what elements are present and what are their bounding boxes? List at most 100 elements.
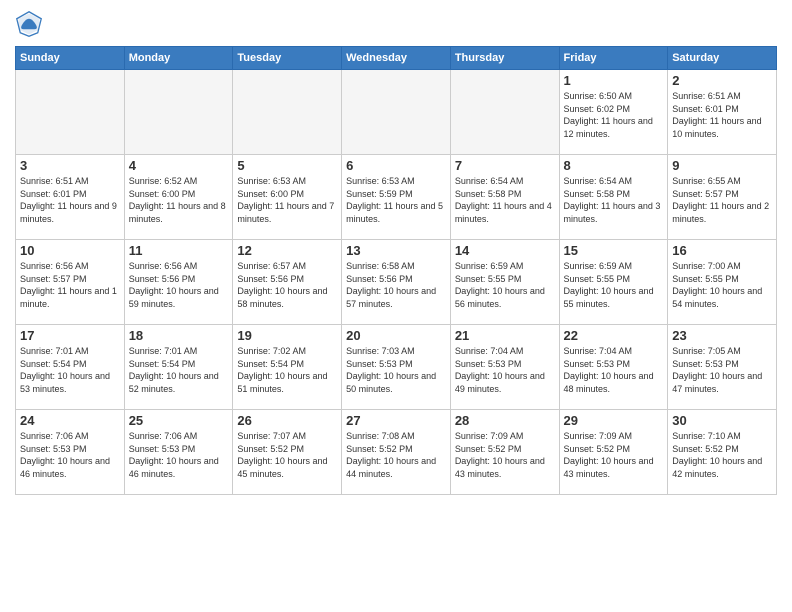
day-number: 26 bbox=[237, 413, 337, 428]
day-number: 6 bbox=[346, 158, 446, 173]
calendar-cell: 29 Sunrise: 7:09 AMSunset: 5:52 PMDaylig… bbox=[559, 410, 668, 495]
day-number: 30 bbox=[672, 413, 772, 428]
day-number: 16 bbox=[672, 243, 772, 258]
day-number: 17 bbox=[20, 328, 120, 343]
day-number: 25 bbox=[129, 413, 229, 428]
day-info: Sunrise: 6:57 AMSunset: 5:56 PMDaylight:… bbox=[237, 260, 337, 310]
day-info: Sunrise: 6:50 AMSunset: 6:02 PMDaylight:… bbox=[564, 90, 664, 140]
header-area bbox=[15, 10, 777, 38]
calendar-cell: 27 Sunrise: 7:08 AMSunset: 5:52 PMDaylig… bbox=[342, 410, 451, 495]
day-info: Sunrise: 6:55 AMSunset: 5:57 PMDaylight:… bbox=[672, 175, 772, 225]
week-row-0: 1 Sunrise: 6:50 AMSunset: 6:02 PMDayligh… bbox=[16, 70, 777, 155]
calendar-cell: 18 Sunrise: 7:01 AMSunset: 5:54 PMDaylig… bbox=[124, 325, 233, 410]
day-number: 21 bbox=[455, 328, 555, 343]
day-info: Sunrise: 6:52 AMSunset: 6:00 PMDaylight:… bbox=[129, 175, 229, 225]
day-number: 1 bbox=[564, 73, 664, 88]
week-row-1: 3 Sunrise: 6:51 AMSunset: 6:01 PMDayligh… bbox=[16, 155, 777, 240]
calendar-cell: 4 Sunrise: 6:52 AMSunset: 6:00 PMDayligh… bbox=[124, 155, 233, 240]
calendar-cell: 25 Sunrise: 7:06 AMSunset: 5:53 PMDaylig… bbox=[124, 410, 233, 495]
day-info: Sunrise: 6:51 AMSunset: 6:01 PMDaylight:… bbox=[672, 90, 772, 140]
day-info: Sunrise: 6:59 AMSunset: 5:55 PMDaylight:… bbox=[564, 260, 664, 310]
calendar-cell bbox=[233, 70, 342, 155]
calendar-cell bbox=[124, 70, 233, 155]
calendar-cell: 26 Sunrise: 7:07 AMSunset: 5:52 PMDaylig… bbox=[233, 410, 342, 495]
day-info: Sunrise: 7:02 AMSunset: 5:54 PMDaylight:… bbox=[237, 345, 337, 395]
day-number: 9 bbox=[672, 158, 772, 173]
day-number: 4 bbox=[129, 158, 229, 173]
day-number: 28 bbox=[455, 413, 555, 428]
calendar-cell: 24 Sunrise: 7:06 AMSunset: 5:53 PMDaylig… bbox=[16, 410, 125, 495]
day-number: 18 bbox=[129, 328, 229, 343]
calendar-cell: 7 Sunrise: 6:54 AMSunset: 5:58 PMDayligh… bbox=[450, 155, 559, 240]
day-info: Sunrise: 7:01 AMSunset: 5:54 PMDaylight:… bbox=[129, 345, 229, 395]
weekday-header-row: SundayMondayTuesdayWednesdayThursdayFrid… bbox=[16, 47, 777, 70]
calendar-cell bbox=[450, 70, 559, 155]
day-number: 19 bbox=[237, 328, 337, 343]
calendar-cell: 28 Sunrise: 7:09 AMSunset: 5:52 PMDaylig… bbox=[450, 410, 559, 495]
weekday-header-tuesday: Tuesday bbox=[233, 47, 342, 70]
weekday-header-wednesday: Wednesday bbox=[342, 47, 451, 70]
day-info: Sunrise: 6:56 AMSunset: 5:57 PMDaylight:… bbox=[20, 260, 120, 310]
calendar-cell: 17 Sunrise: 7:01 AMSunset: 5:54 PMDaylig… bbox=[16, 325, 125, 410]
calendar-cell: 14 Sunrise: 6:59 AMSunset: 5:55 PMDaylig… bbox=[450, 240, 559, 325]
day-number: 8 bbox=[564, 158, 664, 173]
day-number: 20 bbox=[346, 328, 446, 343]
calendar-cell: 16 Sunrise: 7:00 AMSunset: 5:55 PMDaylig… bbox=[668, 240, 777, 325]
day-info: Sunrise: 7:04 AMSunset: 5:53 PMDaylight:… bbox=[564, 345, 664, 395]
calendar-cell: 2 Sunrise: 6:51 AMSunset: 6:01 PMDayligh… bbox=[668, 70, 777, 155]
calendar-cell: 8 Sunrise: 6:54 AMSunset: 5:58 PMDayligh… bbox=[559, 155, 668, 240]
day-number: 23 bbox=[672, 328, 772, 343]
day-info: Sunrise: 7:01 AMSunset: 5:54 PMDaylight:… bbox=[20, 345, 120, 395]
calendar-cell: 15 Sunrise: 6:59 AMSunset: 5:55 PMDaylig… bbox=[559, 240, 668, 325]
calendar-cell: 6 Sunrise: 6:53 AMSunset: 5:59 PMDayligh… bbox=[342, 155, 451, 240]
calendar-cell: 9 Sunrise: 6:55 AMSunset: 5:57 PMDayligh… bbox=[668, 155, 777, 240]
weekday-header-monday: Monday bbox=[124, 47, 233, 70]
day-number: 7 bbox=[455, 158, 555, 173]
weekday-header-sunday: Sunday bbox=[16, 47, 125, 70]
day-info: Sunrise: 7:09 AMSunset: 5:52 PMDaylight:… bbox=[455, 430, 555, 480]
day-number: 14 bbox=[455, 243, 555, 258]
logo-icon bbox=[15, 10, 43, 38]
day-info: Sunrise: 6:53 AMSunset: 5:59 PMDaylight:… bbox=[346, 175, 446, 225]
main-container: SundayMondayTuesdayWednesdayThursdayFrid… bbox=[0, 0, 792, 505]
day-number: 22 bbox=[564, 328, 664, 343]
calendar-cell: 30 Sunrise: 7:10 AMSunset: 5:52 PMDaylig… bbox=[668, 410, 777, 495]
day-info: Sunrise: 7:06 AMSunset: 5:53 PMDaylight:… bbox=[129, 430, 229, 480]
day-info: Sunrise: 6:54 AMSunset: 5:58 PMDaylight:… bbox=[564, 175, 664, 225]
day-info: Sunrise: 6:53 AMSunset: 6:00 PMDaylight:… bbox=[237, 175, 337, 225]
day-info: Sunrise: 7:09 AMSunset: 5:52 PMDaylight:… bbox=[564, 430, 664, 480]
day-number: 24 bbox=[20, 413, 120, 428]
calendar-cell: 3 Sunrise: 6:51 AMSunset: 6:01 PMDayligh… bbox=[16, 155, 125, 240]
calendar-cell: 23 Sunrise: 7:05 AMSunset: 5:53 PMDaylig… bbox=[668, 325, 777, 410]
day-info: Sunrise: 7:00 AMSunset: 5:55 PMDaylight:… bbox=[672, 260, 772, 310]
calendar-cell bbox=[16, 70, 125, 155]
day-info: Sunrise: 7:04 AMSunset: 5:53 PMDaylight:… bbox=[455, 345, 555, 395]
day-info: Sunrise: 6:51 AMSunset: 6:01 PMDaylight:… bbox=[20, 175, 120, 225]
calendar-cell: 1 Sunrise: 6:50 AMSunset: 6:02 PMDayligh… bbox=[559, 70, 668, 155]
day-number: 11 bbox=[129, 243, 229, 258]
day-number: 15 bbox=[564, 243, 664, 258]
calendar-cell: 13 Sunrise: 6:58 AMSunset: 5:56 PMDaylig… bbox=[342, 240, 451, 325]
day-number: 12 bbox=[237, 243, 337, 258]
day-info: Sunrise: 7:07 AMSunset: 5:52 PMDaylight:… bbox=[237, 430, 337, 480]
day-number: 29 bbox=[564, 413, 664, 428]
calendar-cell: 11 Sunrise: 6:56 AMSunset: 5:56 PMDaylig… bbox=[124, 240, 233, 325]
week-row-3: 17 Sunrise: 7:01 AMSunset: 5:54 PMDaylig… bbox=[16, 325, 777, 410]
day-info: Sunrise: 7:06 AMSunset: 5:53 PMDaylight:… bbox=[20, 430, 120, 480]
day-info: Sunrise: 6:59 AMSunset: 5:55 PMDaylight:… bbox=[455, 260, 555, 310]
day-info: Sunrise: 6:56 AMSunset: 5:56 PMDaylight:… bbox=[129, 260, 229, 310]
day-number: 2 bbox=[672, 73, 772, 88]
calendar-cell: 20 Sunrise: 7:03 AMSunset: 5:53 PMDaylig… bbox=[342, 325, 451, 410]
calendar-cell: 10 Sunrise: 6:56 AMSunset: 5:57 PMDaylig… bbox=[16, 240, 125, 325]
day-info: Sunrise: 6:54 AMSunset: 5:58 PMDaylight:… bbox=[455, 175, 555, 225]
calendar-cell: 12 Sunrise: 6:57 AMSunset: 5:56 PMDaylig… bbox=[233, 240, 342, 325]
calendar-cell: 5 Sunrise: 6:53 AMSunset: 6:00 PMDayligh… bbox=[233, 155, 342, 240]
calendar-cell: 21 Sunrise: 7:04 AMSunset: 5:53 PMDaylig… bbox=[450, 325, 559, 410]
logo bbox=[15, 10, 47, 38]
calendar-table: SundayMondayTuesdayWednesdayThursdayFrid… bbox=[15, 46, 777, 495]
calendar-cell: 19 Sunrise: 7:02 AMSunset: 5:54 PMDaylig… bbox=[233, 325, 342, 410]
weekday-header-friday: Friday bbox=[559, 47, 668, 70]
day-number: 5 bbox=[237, 158, 337, 173]
day-info: Sunrise: 7:05 AMSunset: 5:53 PMDaylight:… bbox=[672, 345, 772, 395]
day-info: Sunrise: 7:08 AMSunset: 5:52 PMDaylight:… bbox=[346, 430, 446, 480]
